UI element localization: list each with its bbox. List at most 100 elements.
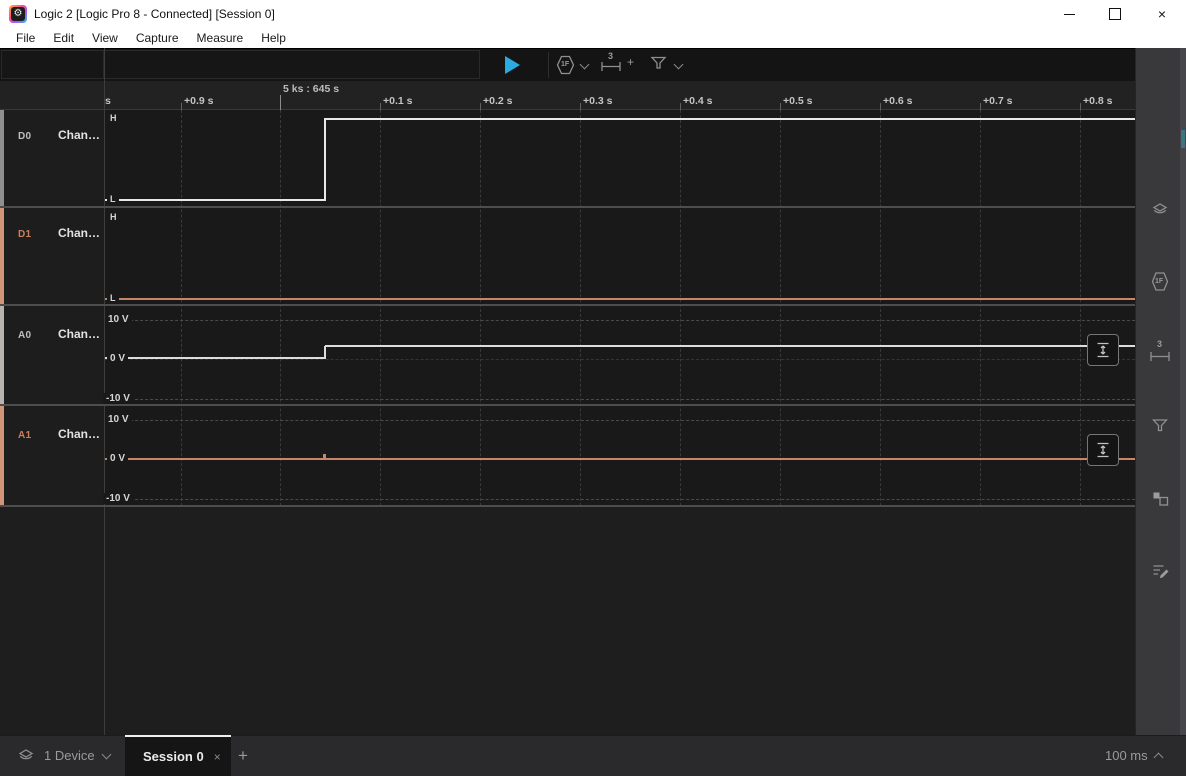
title-bar: ⚙ Logic 2 [Logic Pro 8 - Connected] [Ses…	[0, 0, 1186, 28]
channel-label-d1[interactable]: D1 Chan…	[0, 208, 104, 304]
play-icon	[505, 56, 520, 74]
channel-color-strip	[0, 406, 4, 505]
gridline-neg10v	[105, 399, 1135, 400]
empty-track-area	[0, 506, 1135, 735]
sidebar-annotations-button[interactable]	[1149, 415, 1171, 437]
timescale-label: 100 ms	[1105, 748, 1148, 763]
start-capture-button[interactable]	[505, 56, 520, 74]
channel-label-d0[interactable]: D0 Chan…	[0, 110, 104, 206]
channel-name: Chan…	[58, 128, 100, 142]
sidebar-devices-button[interactable]	[1149, 199, 1171, 221]
tick-label: +0.1 s	[383, 95, 413, 107]
d0-signal-edge	[324, 118, 326, 201]
channel-name: Chan…	[58, 327, 100, 341]
scrollbar-thumb[interactable]	[1181, 130, 1185, 148]
a0-signal-0v	[105, 357, 325, 359]
gridline-v	[880, 110, 881, 506]
analyzers-dropdown-button[interactable]: 1F	[556, 54, 590, 76]
gridline-neg10v	[105, 499, 1135, 500]
d0-signal-high	[325, 118, 1135, 120]
device-count-label: 1 Device	[44, 748, 95, 763]
high-marker: H	[107, 113, 120, 123]
channel-name: Chan…	[58, 427, 100, 441]
device-selector[interactable]: 1 Device	[8, 735, 118, 776]
tick-mark	[181, 103, 182, 110]
maximize-button[interactable]	[1092, 0, 1138, 28]
channel-id: A1	[18, 430, 32, 441]
sidebar-analyzers-button[interactable]: 1F	[1149, 271, 1171, 293]
gridline-0v	[105, 359, 1135, 360]
chevron-down-icon	[101, 749, 112, 759]
row-separator	[0, 505, 1135, 507]
tick-mark	[580, 103, 581, 110]
channel-id: D0	[18, 131, 32, 142]
timeline-ruler[interactable]	[0, 81, 1135, 110]
a0-signal-step	[324, 346, 326, 359]
tick-label: +0.3 s	[583, 95, 613, 107]
channel-label-a0[interactable]: A0 Chan…	[0, 306, 104, 404]
sidebar-extensions-button[interactable]	[1149, 487, 1171, 509]
gridline-v	[780, 110, 781, 506]
row-separator	[0, 404, 1135, 406]
d1-signal-low	[105, 298, 1135, 300]
scale-label: -10 V	[103, 393, 133, 404]
tick-mark	[480, 103, 481, 110]
a1-autoscale-button[interactable]	[1087, 434, 1119, 466]
gridline-v	[580, 110, 581, 506]
channel-label-a1[interactable]: A1 Chan…	[0, 406, 104, 505]
low-marker: L	[107, 293, 119, 303]
extensions-icon	[1153, 492, 1168, 506]
gridline-v	[480, 110, 481, 506]
a0-autoscale-button[interactable]	[1087, 334, 1119, 366]
gridline-10v	[105, 320, 1135, 321]
right-sidebar	[1135, 48, 1186, 735]
row-separator	[0, 206, 1135, 208]
new-session-button[interactable]: +	[238, 747, 248, 764]
timescale-control[interactable]: 100 ms	[1105, 735, 1164, 776]
toolbar-left-panel	[1, 50, 104, 79]
funnel-icon	[1152, 419, 1168, 432]
sidebar-scrollbar[interactable]	[1180, 48, 1186, 735]
scale-label: -10 V	[103, 493, 133, 504]
close-tab-icon[interactable]: ×	[214, 750, 221, 764]
channel-color-strip	[0, 306, 4, 404]
annotations-dropdown-button[interactable]	[650, 55, 686, 75]
menu-view[interactable]: View	[83, 31, 127, 45]
tick-label: +0.7 s	[983, 95, 1013, 107]
gridline-10v	[105, 420, 1135, 421]
device-icon	[18, 748, 34, 759]
scale-label: 10 V	[105, 314, 132, 325]
close-icon: ×	[1157, 6, 1167, 22]
row-separator	[0, 304, 1135, 306]
menu-edit[interactable]: Edit	[44, 31, 83, 45]
channel-color-strip	[0, 208, 4, 304]
a1-signal-glitch	[323, 454, 326, 458]
tick-label: +0.9 s	[184, 95, 214, 107]
menu-file[interactable]: File	[7, 31, 44, 45]
high-marker: H	[107, 212, 120, 222]
ruler-major-tick	[280, 95, 281, 110]
channel-id: D1	[18, 229, 32, 240]
app-logo-icon: ⚙	[9, 5, 27, 23]
gridline-v	[680, 110, 681, 506]
menu-help[interactable]: Help	[252, 31, 295, 45]
close-button[interactable]: ×	[1138, 0, 1186, 28]
fit-vertical-icon	[1097, 342, 1109, 358]
ruler-major-label: 5 ks : 645 s	[283, 83, 340, 95]
measure-icon	[1150, 352, 1170, 361]
minimize-button[interactable]	[1046, 0, 1092, 28]
minimize-icon	[1063, 13, 1075, 15]
scale-label: 0 V	[107, 453, 129, 464]
chevron-down-icon	[673, 59, 684, 70]
add-measurement-button[interactable]: 3 +	[600, 51, 640, 77]
tick-label: +0.5 s	[783, 95, 813, 107]
tick-mark	[1080, 103, 1081, 110]
channel-color-strip	[0, 110, 4, 206]
gridline-v	[280, 110, 281, 506]
a0-signal-3v	[325, 345, 1135, 347]
sidebar-measurements-button[interactable]: 3	[1149, 339, 1171, 365]
sidebar-notes-button[interactable]	[1149, 559, 1171, 581]
menu-capture[interactable]: Capture	[127, 31, 188, 45]
menu-measure[interactable]: Measure	[188, 31, 253, 45]
session-tab[interactable]: Session 0 ×	[125, 735, 231, 776]
